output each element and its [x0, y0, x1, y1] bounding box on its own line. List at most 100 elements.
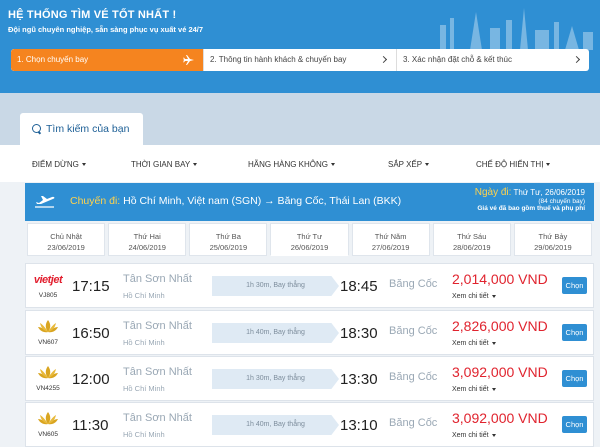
date-tab-date: 26/06/2019 — [290, 243, 329, 252]
select-flight-button[interactable]: Chọn — [562, 277, 587, 294]
flight-duration: 1h 30m, Bay thẳng — [212, 369, 339, 389]
date-tab-date: 23/06/2019 — [47, 243, 85, 252]
filter-stops[interactable]: ĐIỂM DỪNG — [32, 145, 86, 185]
vietnam-airlines-lotus-icon — [30, 317, 66, 337]
caret-down-icon — [546, 163, 551, 167]
caret-down-icon — [491, 433, 496, 437]
date-tab-date: 24/06/2019 — [128, 243, 166, 252]
step-label: 1. Chọn chuyến bay — [17, 55, 89, 64]
date-tab-date: 29/06/2019 — [534, 243, 572, 252]
view-details-link[interactable]: Xem chi tiết — [452, 340, 496, 347]
flight-price: 3,092,000 VND — [452, 410, 548, 426]
flight-price: 3,092,000 VND — [452, 364, 548, 380]
details-label: Xem chi tiết — [452, 386, 489, 393]
departure-city: Hồ Chí Minh — [123, 430, 165, 439]
details-label: Xem chi tiết — [452, 293, 489, 300]
search-tab-label: Tìm kiếm của bạn — [46, 123, 130, 135]
date-tabs: Chủ Nhật 23/06/2019 Thứ Hai 24/06/2019 Thứ… — [25, 221, 594, 256]
departure-time: 17:15 — [72, 278, 110, 295]
route-description: Chuyến đi: Hồ Chí Minh, Việt nam (SGN) →… — [70, 195, 401, 207]
select-flight-button[interactable]: Chọn — [562, 370, 587, 387]
arrival-time: 13:30 — [340, 371, 378, 388]
date-tab[interactable]: Thứ Ba 25/06/2019 — [189, 223, 268, 256]
step-label: 3. Xác nhận đặt chỗ & kết thúc — [403, 55, 512, 64]
date-tab-date: 27/06/2019 — [371, 243, 410, 252]
chevron-right-icon — [379, 55, 388, 64]
filter-label: HÃNG HÀNG KHÔNG — [248, 160, 329, 169]
header-banner: HỆ THỐNG TÌM VÉ TỐT NHẤT ! Đội ngũ chuyê… — [0, 0, 600, 93]
search-tab[interactable]: Tìm kiếm của bạn — [20, 113, 143, 145]
departure-time: 11:30 — [72, 417, 109, 434]
departure-time: 16:50 — [72, 325, 110, 342]
flight-row: VN4255 12:00 Tân Sơn Nhất Hồ Chí Minh 1h… — [25, 356, 594, 401]
departure-time: 12:00 — [72, 371, 110, 388]
flight-code: VN605 — [38, 431, 58, 438]
arrival-time: 13:10 — [340, 417, 378, 434]
date-tab[interactable]: Thứ Bảy 29/06/2019 — [513, 223, 592, 256]
date-tab[interactable]: Thứ Hai 24/06/2019 — [108, 223, 187, 256]
select-flight-button[interactable]: Chọn — [562, 324, 587, 341]
caret-down-icon — [331, 163, 336, 167]
vietnam-airlines-lotus-icon — [30, 409, 66, 429]
date-tab-day: Chủ Nhật — [50, 232, 82, 241]
departure-date: Thứ Tư, 26/06/2019 — [513, 188, 586, 197]
route-header: Chuyến đi: Hồ Chí Minh, Việt nam (SGN) →… — [25, 183, 594, 221]
date-label: Ngày đi: — [474, 187, 512, 198]
arrival-airport: Băng Cốc — [389, 278, 438, 290]
arrival-airport: Băng Cốc — [389, 325, 438, 337]
flight-code: VJ805 — [38, 292, 58, 299]
step-label: 2. Thông tin hành khách & chuyến bay — [210, 55, 347, 64]
departure-airport: Tân Sơn Nhất — [123, 320, 192, 332]
skyline-illustration — [440, 8, 593, 50]
filter-label: SẮP XẾP — [388, 160, 423, 169]
flight-code: VN607 — [38, 339, 58, 346]
route-text: Hồ Chí Minh, Việt nam (SGN) → Băng Cốc, … — [123, 195, 402, 207]
route-date-info: Ngày đi: Thứ Tư, 26/06/2019 (84 chuyến b… — [475, 187, 585, 212]
date-tab[interactable]: Chủ Nhật 23/06/2019 — [27, 223, 106, 256]
arrival-time: 18:30 — [340, 325, 378, 342]
search-icon — [32, 124, 42, 134]
filter-display-mode[interactable]: CHẾ ĐỘ HIỂN THỊ — [476, 145, 551, 185]
caret-down-icon — [491, 387, 496, 391]
details-label: Xem chi tiết — [452, 432, 489, 439]
arrival-airport: Băng Cốc — [389, 371, 438, 383]
view-details-link[interactable]: Xem chi tiết — [452, 432, 496, 439]
airplane-icon — [183, 55, 194, 65]
flight-duration: 1h 40m, Bay thẳng — [212, 323, 339, 343]
flight-row: VN605 11:30 Tân Sơn Nhất Hồ Chí Minh 1h … — [25, 402, 594, 447]
view-details-link[interactable]: Xem chi tiết — [452, 293, 496, 300]
flight-duration: 1h 30m, Bay thẳng — [212, 276, 339, 296]
caret-down-icon — [81, 163, 86, 167]
date-tab[interactable]: Thứ Năm 27/06/2019 — [351, 223, 430, 256]
flight-count: (84 chuyến bay) — [538, 198, 585, 205]
filter-sort[interactable]: SẮP XẾP — [388, 145, 430, 185]
date-tab-selected[interactable]: Thứ Tư 26/06/2019 — [270, 223, 349, 256]
select-flight-button[interactable]: Chọn — [562, 416, 587, 433]
date-tab-day: Thứ Tư — [296, 232, 323, 241]
view-details-link[interactable]: Xem chi tiết — [452, 386, 496, 393]
date-tab-day: Thứ Hai — [133, 232, 161, 241]
header-title: HỆ THỐNG TÌM VÉ TỐT NHẤT ! — [8, 9, 177, 21]
departure-airport: Tân Sơn Nhất — [123, 273, 192, 285]
route-label: Chuyến đi: — [70, 195, 121, 207]
caret-down-icon — [193, 163, 198, 167]
chevron-right-icon — [572, 55, 581, 64]
date-tab[interactable]: Thứ Sáu 28/06/2019 — [432, 223, 511, 256]
flight-row: vietjet VJ805 17:15 Tân Sơn Nhất Hồ Chí … — [25, 263, 594, 308]
filter-flight-time[interactable]: THỜI GIAN BAY — [131, 145, 198, 185]
filter-airline[interactable]: HÃNG HÀNG KHÔNG — [248, 145, 336, 185]
price-note: Giá vé đã bao gồm thuế và phụ phí — [477, 205, 585, 212]
flight-code: VN4255 — [36, 385, 60, 392]
flight-duration: 1h 40m, Bay thẳng — [212, 415, 339, 435]
date-tab-date: 28/06/2019 — [453, 243, 491, 252]
airplane-takeoff-icon — [35, 196, 55, 208]
filter-label: THỜI GIAN BAY — [131, 160, 191, 169]
airline-logo-text: vietjet — [33, 274, 63, 286]
date-tab-day: Thứ Ba — [215, 232, 241, 241]
departure-city: Hồ Chí Minh — [123, 338, 165, 347]
caret-down-icon — [425, 163, 430, 167]
step-select-flight[interactable]: 1. Chọn chuyến bay — [11, 49, 204, 71]
step-confirm[interactable]: 3. Xác nhận đặt chỗ & kết thúc — [397, 49, 589, 71]
date-tab-day: Thứ Bảy — [538, 232, 568, 241]
step-passenger-info[interactable]: 2. Thông tin hành khách & chuyến bay — [204, 49, 397, 71]
